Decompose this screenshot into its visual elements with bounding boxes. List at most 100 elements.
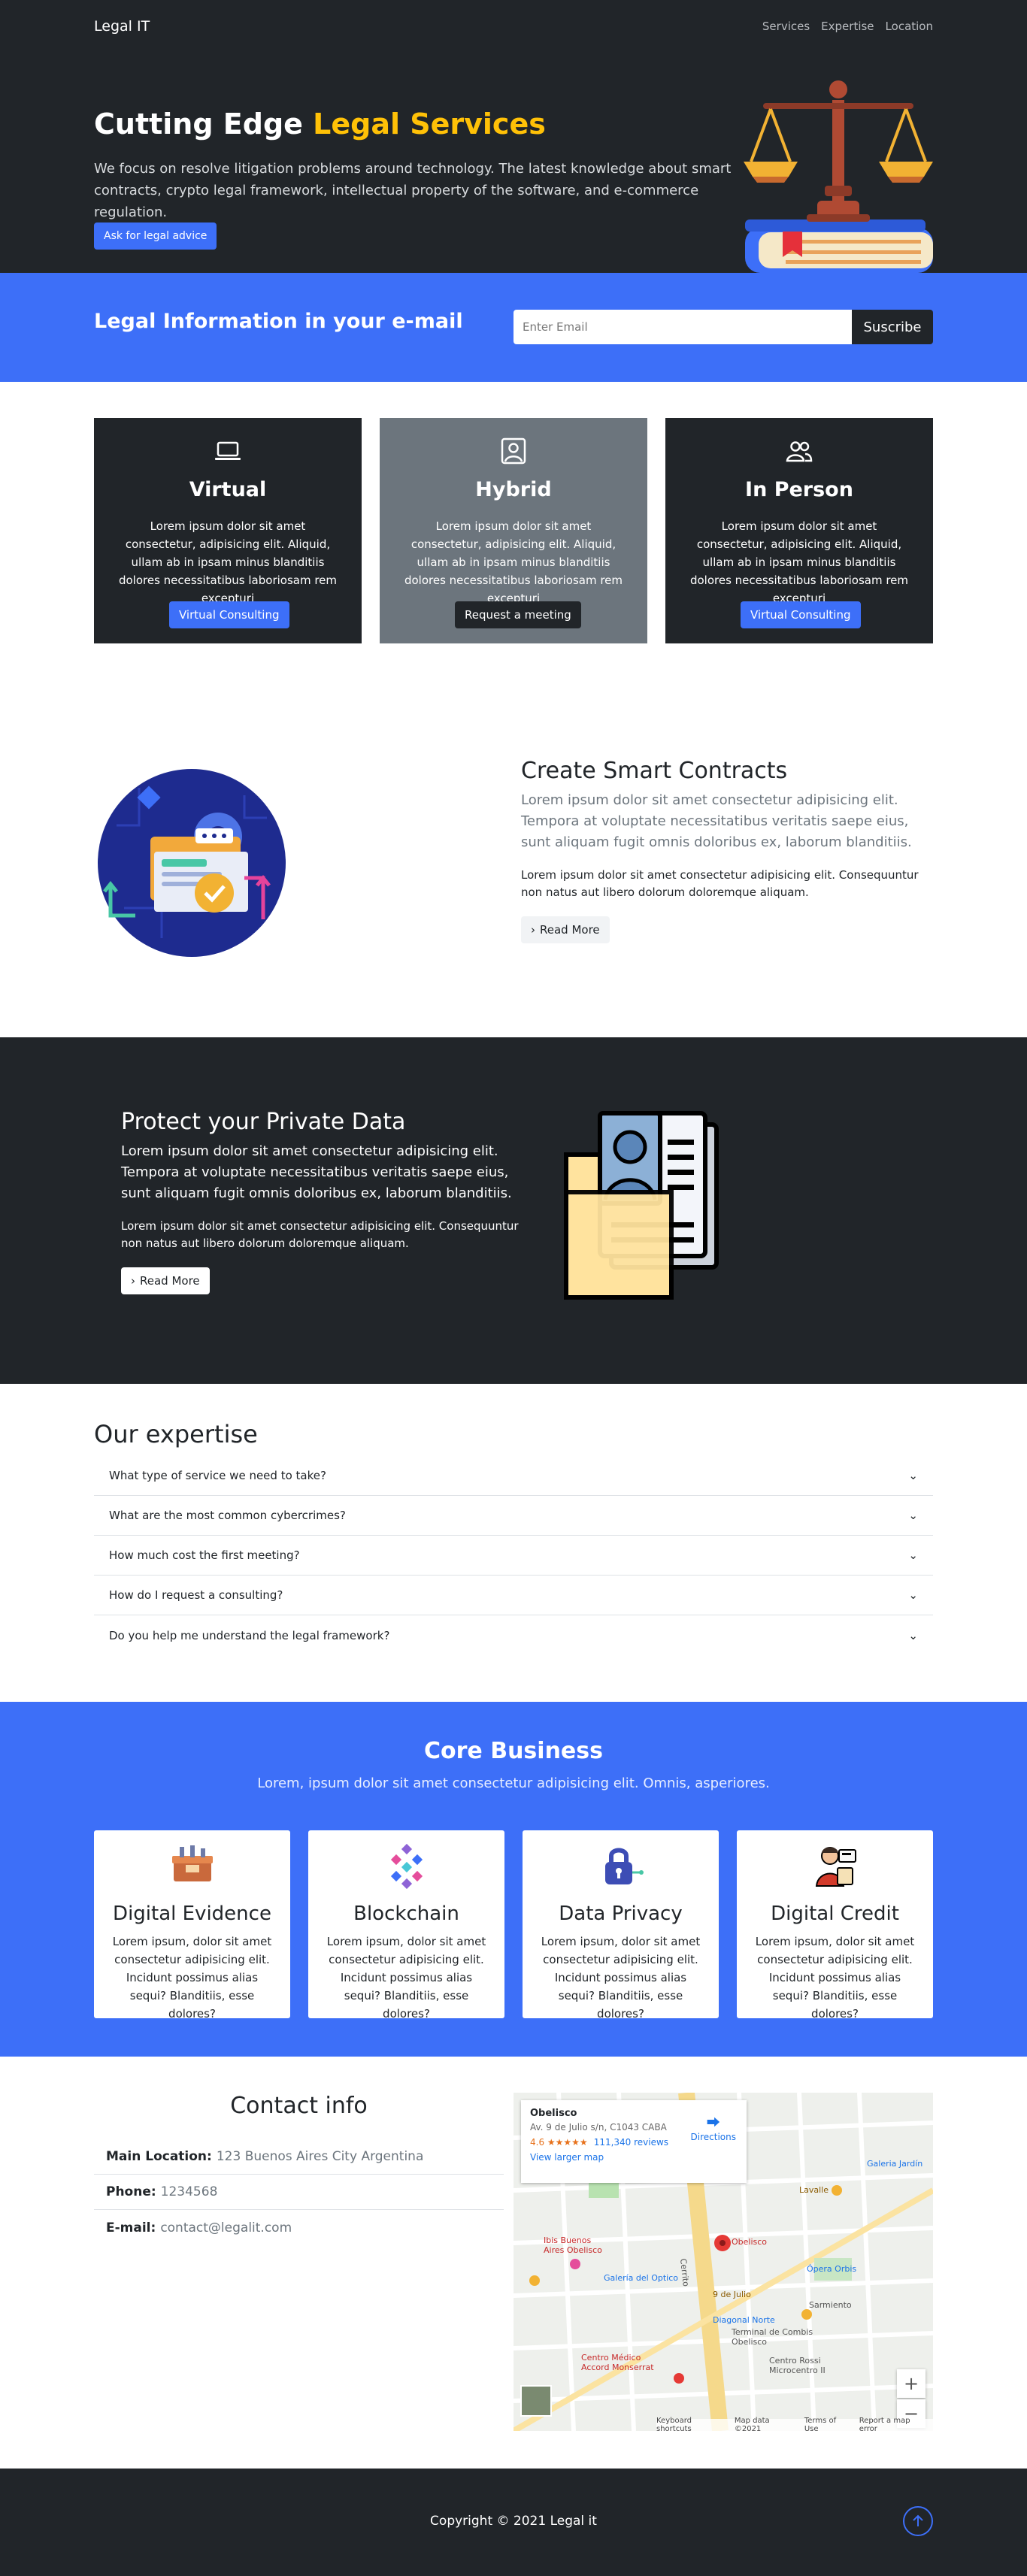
core-business-section: Core Business Lorem, ipsum dolor sit ame… — [0, 1702, 1027, 2057]
nav-link-services[interactable]: Services — [762, 20, 810, 33]
hero-text: We focus on resolve litigation problems … — [94, 161, 732, 220]
ask-legal-advice-button[interactable]: Ask for legal advice — [94, 222, 217, 250]
map-label-lavalle: Lavalle — [799, 2185, 829, 2195]
scales-of-justice-illustration — [744, 80, 933, 273]
smart-contracts-section: Create Smart Contracts Lorem ipsum dolor… — [0, 698, 1027, 1037]
core-business-subtitle: Lorem, ipsum dolor sit amet consectetur … — [257, 1775, 770, 1791]
request-meeting-button[interactable]: Request a meeting — [455, 601, 581, 628]
service-card-virtual: Virtual Lorem ipsum dolor sit amet conse… — [94, 418, 362, 643]
service-card-in-person: In Person Lorem ipsum dolor sit amet con… — [665, 418, 933, 643]
core-card-title: Digital Credit — [771, 1902, 899, 1925]
map-data-text: Map data ©2021 — [734, 2417, 770, 2431]
expertise-title: Our expertise — [94, 1420, 258, 1448]
map-label-galeria-jardin: Galeria Jardín — [867, 2159, 923, 2169]
map-label-terminal: Terminal de Combis Obelisco — [732, 2327, 813, 2347]
subscribe-button[interactable]: Suscribe — [852, 310, 933, 344]
smart-contracts-text: Lorem ipsum dolor sit amet consectetur a… — [521, 868, 919, 899]
map-label-galeria: Galería del Optico — [604, 2273, 678, 2283]
expertise-section: Our expertise What type of service we ne… — [0, 1384, 1027, 1702]
map-label-opera: Ópera Orbis — [807, 2264, 857, 2274]
core-card-digital-credit: Digital Credit Lorem ipsum, dolor sit am… — [737, 1830, 933, 2021]
smart-contracts-feature: Create Smart Contracts Lorem ipsum dolor… — [521, 758, 927, 943]
blockchain-icon — [390, 1843, 423, 1889]
map-place-card: Obelisco Av. 9 de Julio s/n, C1043 CABA … — [521, 2100, 747, 2183]
brand-logo[interactable]: Legal IT — [94, 18, 150, 35]
read-more-button[interactable]: › Read More — [121, 1267, 210, 1294]
private-data-title: Protect your Private Data — [121, 1109, 406, 1135]
evidence-box-icon — [172, 1845, 213, 1881]
keyboard-shortcuts-link[interactable]: Keyboard shortcuts — [656, 2417, 726, 2431]
email-input[interactable]: Enter Email — [514, 310, 852, 344]
virtual-consulting-button[interactable]: Virtual Consulting — [741, 601, 861, 628]
core-card-title: Data Privacy — [559, 1902, 683, 1925]
map-label-9-de-julio: 9 de Julio — [713, 2290, 751, 2299]
core-card-text: Lorem ipsum, dolor sit amet consectetur … — [326, 1935, 486, 2021]
core-card-digital-evidence: Digital Evidence Lorem ipsum, dolor sit … — [94, 1830, 290, 2021]
private-data-text: Lorem ipsum dolor sit amet consectetur a… — [121, 1219, 519, 1250]
contact-row-phone: Phone: 1234568 — [94, 2175, 504, 2210]
people-icon — [786, 441, 813, 462]
read-more-button[interactable]: › Read More — [521, 916, 610, 943]
chevron-down-icon: ⌄ — [908, 1548, 918, 1562]
core-card-data-privacy: Data Privacy Lorem ipsum, dolor sit amet… — [523, 1830, 719, 2021]
nav-links: Services Expertise Location — [762, 20, 933, 33]
laptop-icon — [215, 441, 241, 460]
terms-link[interactable]: Terms of Use — [804, 2417, 850, 2431]
accordion-item[interactable]: What are the most common cybercrimes? ⌄ — [94, 1496, 933, 1536]
hero-title: Cutting Edge Legal Services — [94, 107, 546, 141]
accordion-item[interactable]: How do I request a consulting? ⌄ — [94, 1576, 933, 1615]
core-card-text: Lorem ipsum, dolor sit amet consectetur … — [112, 1935, 272, 2021]
contact-list: Main Location: 123 Buenos Aires City Arg… — [94, 2139, 504, 2245]
directions-button[interactable]: ⮕ Directions — [691, 2112, 736, 2142]
navbar: Legal IT Services Expertise Location — [0, 0, 1027, 53]
contact-row-location: Main Location: 123 Buenos Aires City Arg… — [94, 2139, 504, 2175]
arrow-up-icon — [913, 2514, 923, 2526]
map-label-centro-medico: Centro Médico Accord Monserrat — [581, 2353, 654, 2372]
virtual-consulting-button[interactable]: Virtual Consulting — [169, 601, 289, 628]
map-label-diagonal: Diagonal Norte — [713, 2315, 775, 2325]
chevron-down-icon: ⌄ — [908, 1509, 918, 1522]
directions-icon: ⮕ — [706, 2115, 720, 2131]
smart-contracts-lead: Lorem ipsum dolor sit amet consectetur a… — [521, 792, 912, 850]
service-text: Lorem ipsum dolor sit amet consectetur, … — [689, 519, 909, 605]
view-larger-map-link[interactable]: View larger map — [530, 2152, 738, 2163]
contact-row-email: E-mail: contact@legalit.com — [106, 2220, 292, 2235]
padlock-icon — [605, 1848, 644, 1884]
private-file-illustration — [564, 1111, 719, 1300]
core-card-title: Digital Evidence — [113, 1902, 271, 1925]
newsletter-title: Legal Information in your e-mail — [94, 310, 463, 333]
google-map[interactable]: Obelisco Lavalle Ópera Orbis Galería del… — [514, 2093, 933, 2431]
service-card-hybrid: Hybrid Lorem ipsum dolor sit amet consec… — [380, 418, 647, 643]
private-data-lead: Lorem ipsum dolor sit amet consectetur a… — [121, 1143, 512, 1201]
service-title: Hybrid — [475, 478, 552, 501]
credit-person-icon — [815, 1847, 856, 1887]
report-error-link[interactable]: Report a map error — [859, 2417, 927, 2431]
accordion-item[interactable]: Do you help me understand the legal fram… — [94, 1615, 933, 1655]
chevron-right-icon: › — [531, 923, 535, 937]
service-text: Lorem ipsum dolor sit amet consectetur, … — [404, 519, 623, 605]
core-card-title: Blockchain — [353, 1902, 459, 1925]
core-card-blockchain: Blockchain Lorem ipsum, dolor sit amet c… — [308, 1830, 504, 2021]
service-title: Virtual — [189, 478, 267, 501]
newsletter-section: Legal Information in your e-mail Enter E… — [0, 273, 1027, 382]
zoom-in-button[interactable]: + — [897, 2369, 926, 2398]
hero-section: Cutting Edge Legal Services We focus on … — [0, 53, 1027, 273]
chevron-down-icon: ⌄ — [908, 1628, 918, 1642]
scroll-to-top-button[interactable] — [903, 2506, 933, 2536]
core-card-text: Lorem ipsum, dolor sit amet consectetur … — [755, 1935, 915, 2021]
core-business-title: Core Business — [424, 1738, 603, 1764]
map-footer: Keyboard shortcuts Map data ©2021 Terms … — [656, 2417, 933, 2431]
faq-accordion: What type of service we need to take? ⌄ … — [94, 1456, 933, 1655]
nav-link-expertise[interactable]: Expertise — [821, 20, 874, 33]
core-card-text: Lorem ipsum, dolor sit amet consectetur … — [541, 1935, 701, 2021]
map-reviews-link[interactable]: 111,340 reviews — [594, 2137, 668, 2148]
smart-contracts-title: Create Smart Contracts — [521, 758, 788, 784]
accordion-item[interactable]: How much cost the first meeting? ⌄ — [94, 1536, 933, 1576]
nav-link-location[interactable]: Location — [886, 20, 933, 33]
chevron-right-icon: › — [131, 1274, 135, 1288]
copyright-text: Copyright © 2021 Legal it — [430, 2514, 597, 2529]
map-label-ibis: Ibis Buenos Aires Obelisco — [544, 2235, 602, 2255]
service-title: In Person — [745, 478, 853, 501]
accordion-item[interactable]: What type of service we need to take? ⌄ — [94, 1456, 933, 1496]
contact-section: Contact info Main Location: 123 Buenos A… — [0, 2057, 1027, 2469]
